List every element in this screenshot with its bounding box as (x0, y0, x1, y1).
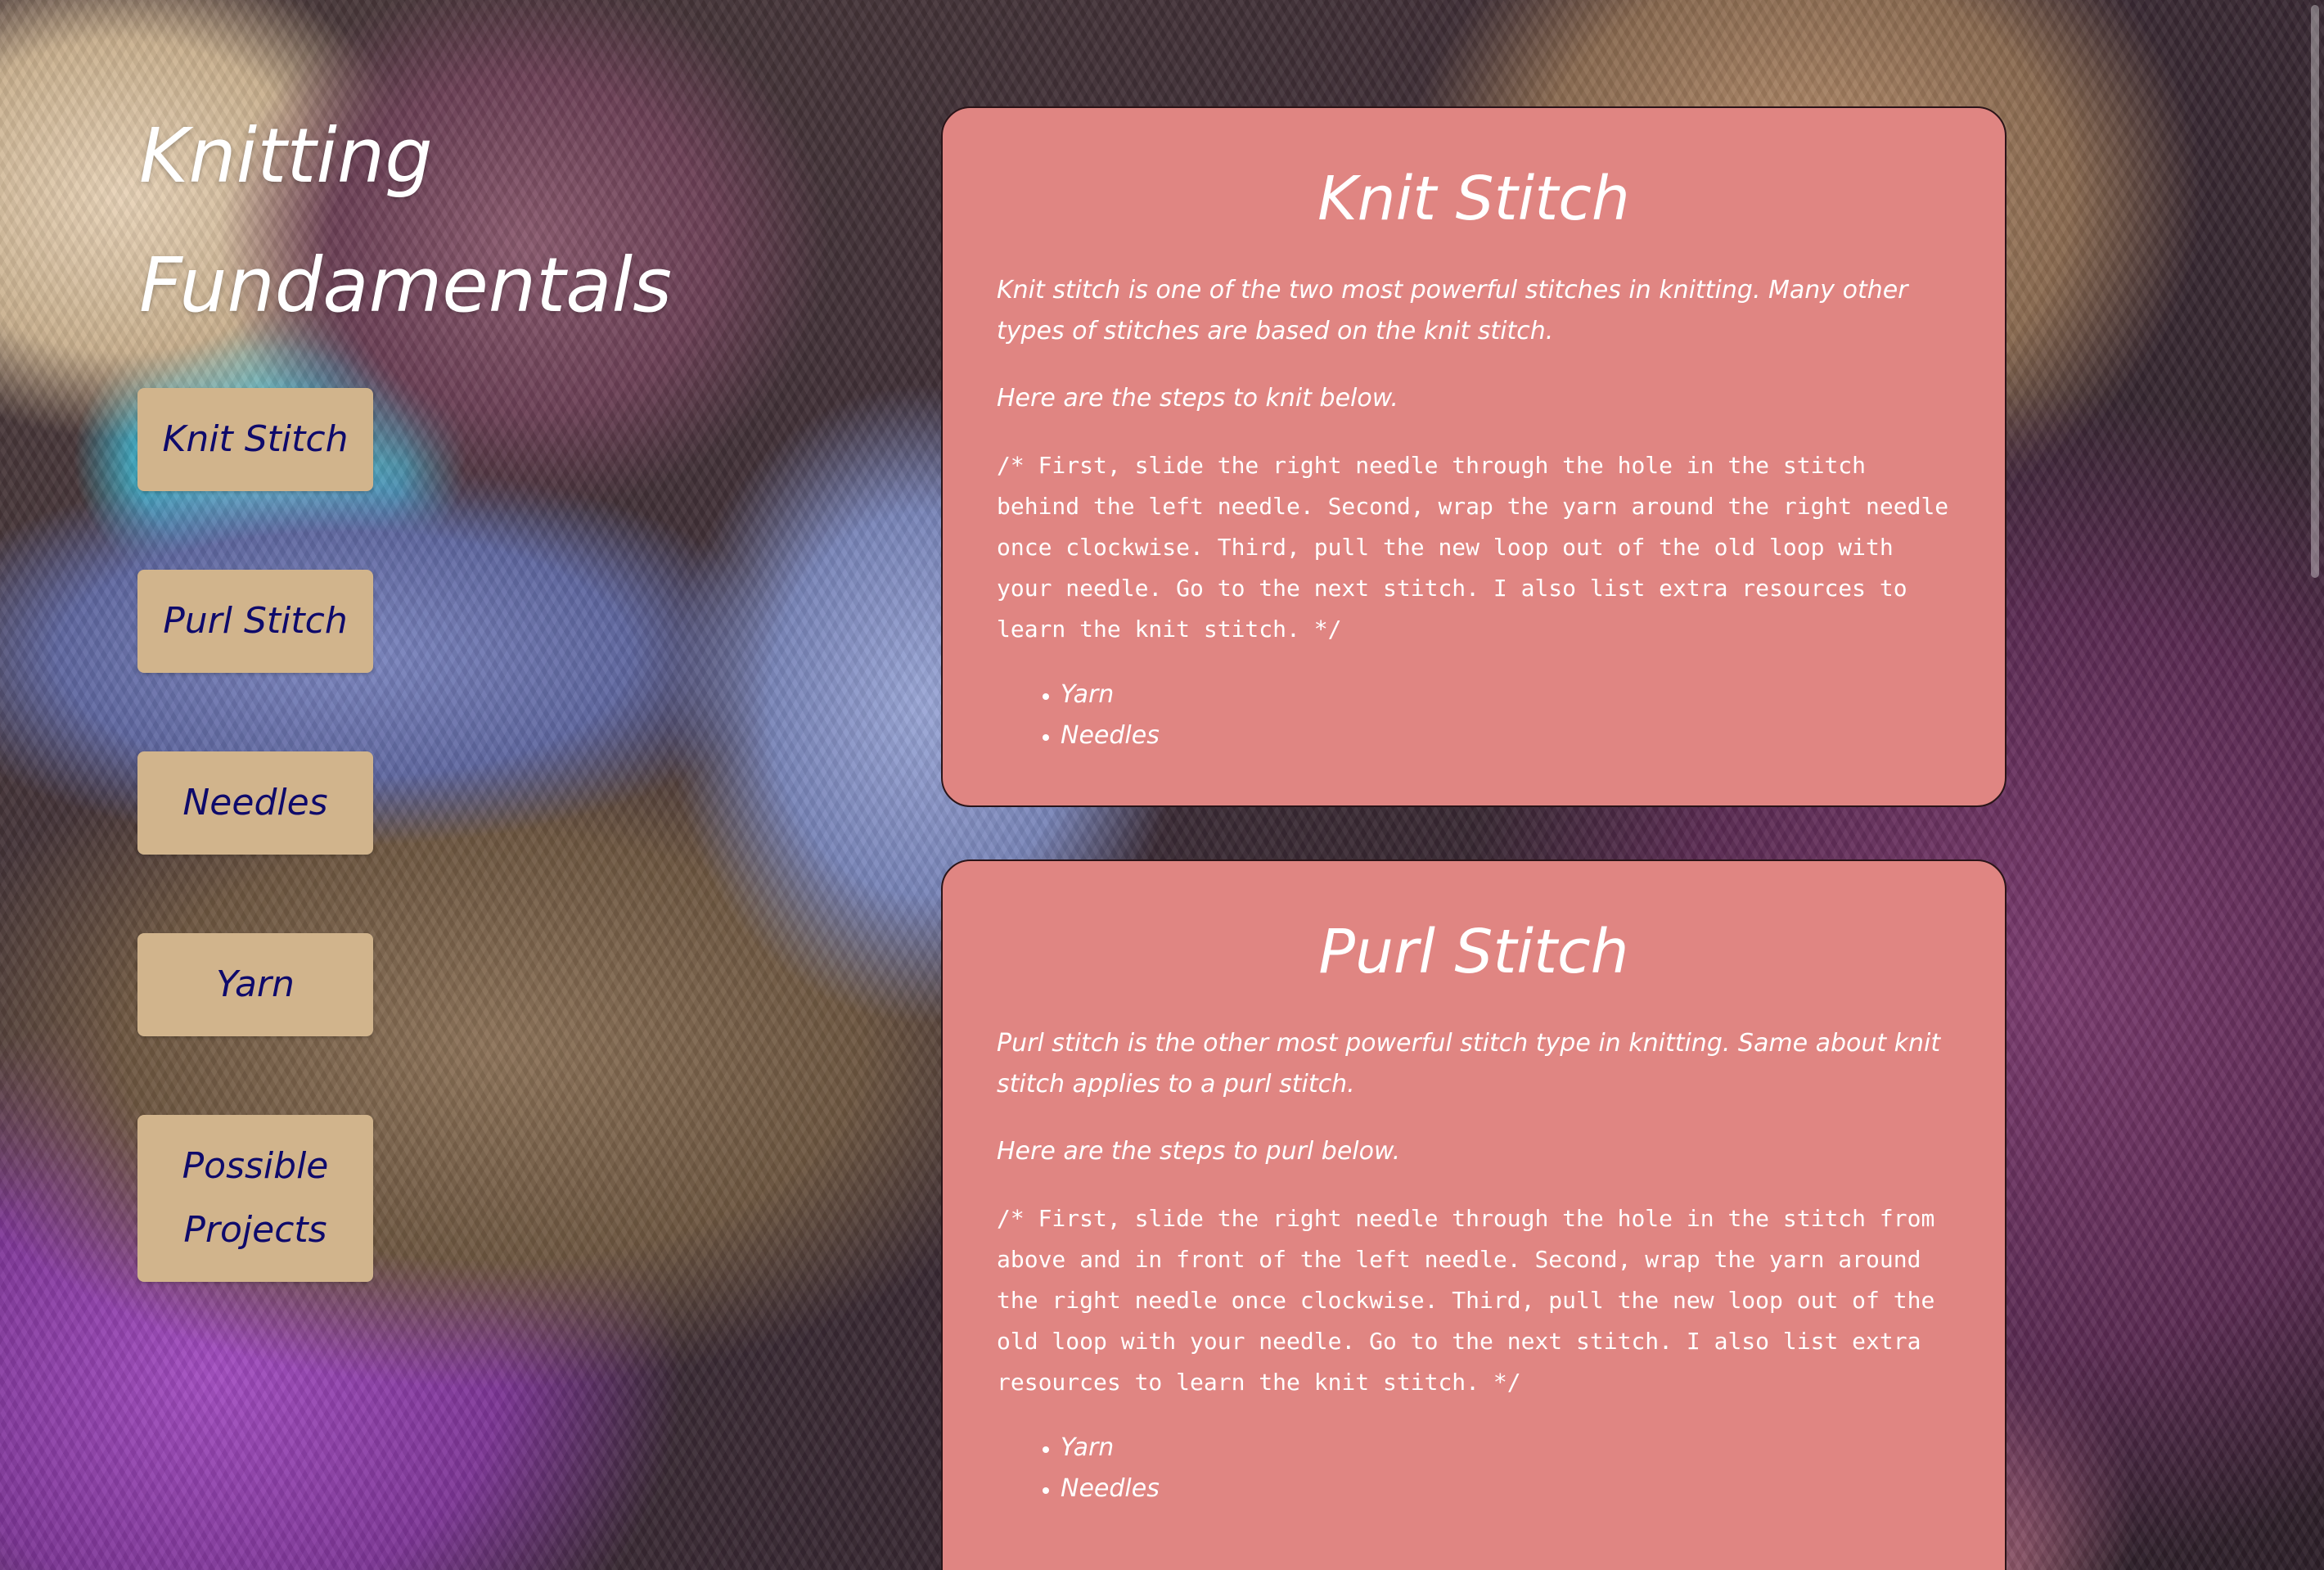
nav-button-knit-stitch[interactable]: Knit Stitch (137, 388, 373, 491)
page-scrollbar[interactable] (2308, 0, 2321, 1570)
nav-button-label: Possible Projects (182, 1135, 329, 1262)
nav-button-needles[interactable]: Needles (137, 751, 373, 855)
section-title: Knit Stitch (1317, 164, 1630, 234)
section-intro: Knit stitch is one of the two most power… (997, 276, 1908, 345)
steps-lead: Here are the steps to knit below. (997, 384, 1398, 413)
nav-button-label: Needles (182, 782, 328, 823)
nav-button-label: Knit Stitch (162, 418, 349, 460)
nav-button-purl-stitch[interactable]: Purl Stitch (137, 570, 373, 673)
section-intro: Purl stitch is the other most powerful s… (997, 1029, 1941, 1099)
steps-text: /* First, slide the right needle through… (997, 452, 1949, 643)
site-title-line1: Knitting (139, 112, 433, 200)
nav-button-possible-projects[interactable]: Possible Projects (137, 1115, 373, 1282)
nav-button-label: Purl Stitch (163, 600, 348, 642)
knit-stitch-card: Knit Stitch Knit stitch is one of the tw… (941, 106, 2006, 807)
resource-list: Yarn Needles (997, 1428, 1951, 1509)
nav-button-label: Yarn (216, 963, 295, 1005)
resource-item-needles: Needles (1061, 1468, 1951, 1509)
section-title: Purl Stitch (1318, 917, 1629, 987)
nav-button-yarn[interactable]: Yarn (137, 933, 373, 1036)
steps-lead: Here are the steps to purl below. (997, 1137, 1401, 1166)
page-background: Knitting Fundamentals Knit Stitch Purl S… (0, 0, 2324, 1570)
resource-item-yarn: Yarn (1061, 1428, 1951, 1468)
site-title-line2: Fundamentals (139, 241, 673, 329)
purl-stitch-card: Purl Stitch Purl stitch is the other mos… (941, 859, 2006, 1570)
scrollbar-thumb[interactable] (2311, 5, 2319, 578)
nav-button-label-line1: Possible (182, 1145, 329, 1187)
resource-list: Yarn Needles (997, 674, 1951, 756)
resource-item-needles: Needles (1061, 715, 1951, 756)
sidebar-nav: Knit Stitch Purl Stitch Needles Yarn Pos… (137, 388, 373, 1282)
site-title: Knitting Fundamentals (139, 92, 712, 350)
nav-button-label-line2: Projects (183, 1209, 327, 1251)
steps-text: /* First, slide the right needle through… (997, 1205, 1935, 1396)
resource-item-yarn: Yarn (1061, 674, 1951, 715)
main-content: Knit Stitch Knit stitch is one of the tw… (941, 106, 2006, 1570)
